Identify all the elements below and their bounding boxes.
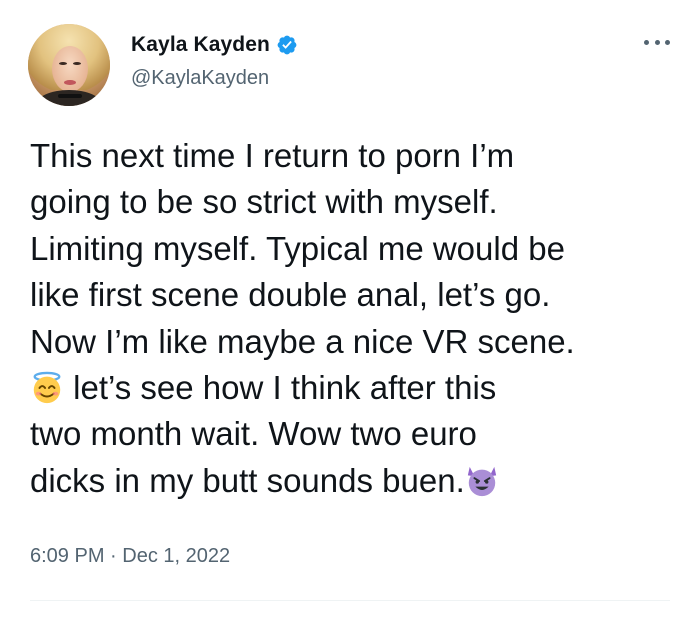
tweet-line: dicks in my butt sounds buen. bbox=[30, 461, 465, 499]
tweet-line: This next time I return to porn I’m bbox=[30, 137, 515, 174]
tweet-line-with-emoji: dicks in my butt sounds buen. bbox=[30, 458, 680, 504]
divider bbox=[30, 600, 670, 601]
verified-badge-icon bbox=[277, 35, 297, 55]
smiling-face-with-horns-emoji bbox=[467, 466, 496, 496]
more-options-icon[interactable] bbox=[644, 37, 670, 47]
tweet-line: like first scene double anal, let’s go. bbox=[30, 276, 551, 314]
author-handle[interactable]: @KaylaKayden bbox=[131, 67, 269, 90]
tweet-card: Kayla Kayden @KaylaKayden This next time… bbox=[0, 0, 700, 617]
tweet-line: Now I’m like maybe a nice VR scene. bbox=[30, 322, 575, 360]
meta-separator: · bbox=[104, 545, 123, 567]
smiling-face-with-halo-emoji bbox=[33, 371, 61, 404]
tweet-line-with-emoji: let’s see how I think after this bbox=[30, 365, 680, 411]
tweet-time[interactable]: 6:09 PM bbox=[30, 545, 104, 567]
tweet-timestamp[interactable]: 6:09 PM · Dec 1, 2022 bbox=[30, 545, 230, 568]
tweet-line: going to be so strict with myself. bbox=[30, 183, 498, 221]
author-display-name[interactable]: Kayla Kayden bbox=[131, 33, 270, 57]
avatar[interactable] bbox=[28, 24, 110, 106]
tweet-date[interactable]: Dec 1, 2022 bbox=[122, 545, 230, 567]
tweet-text: This next time I return to porn I’m goin… bbox=[30, 133, 680, 504]
tweet-line: two month wait. Wow two euro bbox=[30, 415, 477, 453]
author-name-row[interactable]: Kayla Kayden bbox=[131, 33, 298, 57]
tweet-line: Limiting myself. Typical me would be bbox=[30, 229, 565, 267]
tweet-line: let’s see how I think after this bbox=[64, 369, 497, 407]
